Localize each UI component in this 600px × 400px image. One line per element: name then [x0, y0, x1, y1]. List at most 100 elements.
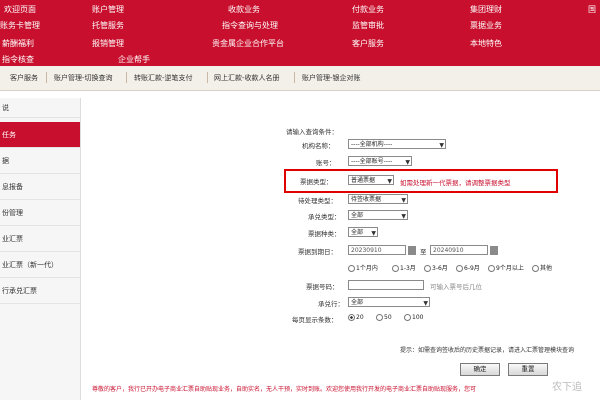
nav-international[interactable]: 国 [588, 4, 596, 15]
period-radio[interactable]: 其他 [532, 263, 552, 272]
per-page-option-label: 100 [412, 314, 424, 321]
due-date-from-input[interactable]: 20230910 [348, 245, 406, 255]
org-select[interactable]: ----全部机构---- ▼ [348, 139, 446, 149]
sidebar-item[interactable]: 据 [0, 148, 80, 174]
watermark: 农下追 [552, 382, 582, 393]
period-radio[interactable]: 1个月内 [348, 263, 378, 272]
radio-icon [488, 265, 495, 272]
period-option-label: 其他 [540, 265, 553, 272]
per-page-radio[interactable]: 20 [348, 314, 364, 321]
sidebar-item-label: 业汇票 [2, 235, 23, 243]
note-kind-select[interactable]: 全部 ▼ [348, 227, 378, 237]
period-radio[interactable]: 6-9月 [456, 263, 480, 272]
per-page-radio[interactable]: 50 [376, 314, 392, 321]
radio-icon [456, 265, 463, 272]
nav-group-finance[interactable]: 集团理财 [470, 4, 502, 15]
chevron-down-icon: ▼ [439, 142, 444, 149]
acceptor-label: 承兑行： [318, 300, 344, 308]
radio-icon [532, 265, 539, 272]
quick-link-1[interactable]: 客户服务 [10, 73, 38, 83]
sidebar-item-active[interactable]: 任务 [0, 122, 80, 148]
nav-custody[interactable]: 托管服务 [92, 20, 124, 31]
radio-icon [376, 314, 383, 321]
account-label: 账号： [316, 159, 336, 167]
acceptor-select-value: 全部 [351, 299, 364, 306]
quick-link-4[interactable]: 网上汇款-收款人名册 [214, 73, 280, 83]
pending-type-select-value: 待签收票据 [351, 196, 382, 203]
sidebar-item-label: 业汇票（新一代） [2, 261, 58, 269]
chevron-down-icon: ▼ [371, 230, 376, 237]
nav-helper[interactable]: 企业帮手 [118, 54, 150, 65]
sidebar-item[interactable]: 业汇票（新一代） [0, 252, 80, 278]
reset-button[interactable]: 重置 [508, 363, 548, 376]
radio-icon [424, 265, 431, 272]
sidebar-item-label: 据 [2, 157, 9, 165]
account-select[interactable]: ----全部账号---- ▼ [348, 156, 412, 166]
per-page-radio[interactable]: 100 [404, 314, 423, 321]
due-date-from-value: 20230910 [351, 247, 382, 254]
note-type-hint: 如需处理新一代票据，请调整票据类型 [400, 179, 511, 187]
sidebar-item[interactable]: 说 [0, 98, 80, 118]
calendar-icon[interactable] [408, 246, 416, 255]
note-no-label: 票据号码： [306, 283, 339, 291]
nav-card-mgmt[interactable]: 账务卡管理 [0, 20, 40, 31]
radio-icon [392, 265, 399, 272]
period-option-label: 1-3月 [400, 265, 416, 272]
sidebar-item-label: 行承兑汇票 [2, 287, 37, 295]
period-radio[interactable]: 9个月以上 [488, 263, 524, 272]
sidebar-item-label: 息报备 [2, 183, 23, 191]
period-option-label: 6-9月 [464, 265, 480, 272]
note-type-select[interactable]: 普通票据 ▼ [348, 175, 394, 185]
nav-home[interactable]: 欢迎页面 [4, 4, 36, 15]
query-form: 请输入查询条件： 机构名称： ----全部机构---- ▼ 账号： ----全部账… [86, 98, 600, 400]
quick-link-3[interactable]: 转账汇款-逆笔支付 [134, 73, 193, 83]
chevron-down-icon: ▼ [401, 213, 406, 220]
confirm-button[interactable]: 确定 [460, 363, 500, 376]
chevron-down-icon: ▼ [405, 159, 410, 166]
quick-link-5[interactable]: 账户管理-银企对账 [302, 73, 361, 83]
radio-icon [348, 265, 355, 272]
divider [46, 72, 47, 83]
per-page-option-label: 20 [356, 314, 364, 321]
nav-account-mgmt[interactable]: 账户管理 [92, 4, 124, 15]
sidebar: 说 任务 据 息报备 份管理 业汇票 业汇票（新一代） 行承兑汇票 [0, 98, 81, 400]
nav-payment[interactable]: 付款业务 [352, 4, 384, 15]
calendar-icon[interactable] [490, 246, 498, 255]
nav-approval[interactable]: 监管审批 [352, 20, 384, 31]
org-label: 机构名称： [302, 142, 335, 150]
acceptor-select[interactable]: 全部 ▼ [348, 297, 430, 307]
note-no-input[interactable] [348, 280, 424, 290]
period-option-label: 9个月以上 [496, 265, 524, 272]
period-radio[interactable]: 3-6月 [424, 263, 448, 272]
sidebar-item[interactable]: 业汇票 [0, 226, 80, 252]
note-kind-select-value: 全部 [351, 229, 364, 236]
nav-bills[interactable]: 票据业务 [470, 20, 502, 31]
due-date-to-input[interactable]: 20240910 [430, 245, 488, 255]
sidebar-item[interactable]: 份管理 [0, 200, 80, 226]
sidebar-item[interactable]: 行承兑汇票 [0, 278, 80, 304]
nav-payroll[interactable]: 薪酬福利 [2, 38, 34, 49]
nav-local[interactable]: 本地特色 [470, 38, 502, 49]
divider [126, 72, 127, 83]
section-label: 请输入查询条件： [286, 128, 338, 136]
nav-precious-metal[interactable]: 贵金属企业合作平台 [212, 38, 284, 49]
nav-collection[interactable]: 收款业务 [228, 4, 260, 15]
period-radio[interactable]: 1-3月 [392, 263, 416, 272]
note-no-hint: 可输入票号后几位 [430, 283, 482, 291]
per-page-label: 每页显示条数： [292, 316, 338, 324]
nav-customer-service[interactable]: 客户服务 [352, 38, 384, 49]
sidebar-item[interactable]: 息报备 [0, 174, 80, 200]
period-option-label: 3-6月 [432, 265, 448, 272]
quick-link-2[interactable]: 账户管理-切换查询 [54, 73, 113, 83]
note-type-label: 票据类型： [300, 178, 333, 186]
chevron-down-icon: ▼ [401, 197, 406, 204]
sidebar-item-label: 份管理 [2, 209, 23, 217]
footer-notice: 尊敬的客户，我行已开办电子商业汇票自助贴现业务，自助实名，无人干预，实时到账。欢… [92, 386, 477, 393]
accept-type-label: 承兑类型： [308, 213, 341, 221]
pending-type-select[interactable]: 待签收票据 ▼ [348, 194, 408, 204]
accept-type-select[interactable]: 全部 ▼ [348, 210, 408, 220]
top-navigation: 欢迎页面 账户管理 收款业务 付款业务 集团理财 国 账务卡管理 托管服务 指令… [0, 0, 600, 66]
nav-instruction-query[interactable]: 指令查询与处理 [222, 20, 278, 31]
nav-reimbursement[interactable]: 报销管理 [92, 38, 124, 49]
nav-instruction-check[interactable]: 指令核查 [2, 54, 34, 65]
